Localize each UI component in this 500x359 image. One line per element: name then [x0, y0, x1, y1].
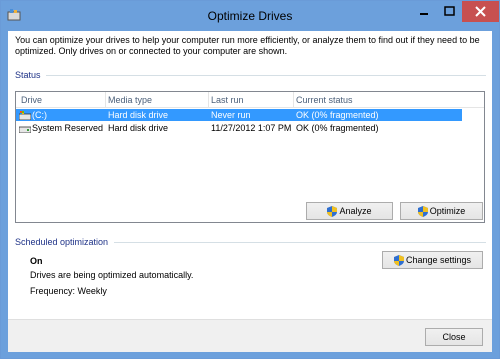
uac-shield-icon: [393, 255, 404, 267]
maximize-icon: [444, 6, 455, 16]
schedule-frequency: Frequency: Weekly: [30, 286, 107, 296]
drives-list-header: Drive Media type Last run Current status: [16, 92, 484, 108]
schedule-message: Drives are being optimized automatically…: [30, 270, 194, 280]
dialog-content: You can optimize your drives to help you…: [8, 31, 492, 352]
close-icon: [475, 6, 486, 17]
analyze-button[interactable]: Analyze: [306, 202, 393, 220]
scheduled-divider: [114, 242, 486, 243]
column-drive[interactable]: Drive: [21, 95, 42, 105]
optimize-drives-window: Optimize Drives You can optimize your dr…: [0, 0, 500, 359]
optimize-label: Optimize: [429, 206, 466, 216]
drive-icon: [19, 126, 31, 133]
schedule-state: On: [30, 256, 43, 266]
optimize-button[interactable]: Optimize: [400, 202, 483, 220]
maximize-button[interactable]: [437, 1, 462, 22]
drive-row-c[interactable]: (C:) Hard disk drive Never run OK (0% fr…: [16, 109, 462, 121]
column-divider[interactable]: [293, 92, 294, 107]
change-settings-button[interactable]: Change settings: [382, 251, 483, 269]
drive-media-type: Hard disk drive: [108, 123, 169, 133]
drive-last-run: Never run: [211, 110, 251, 120]
column-last-run[interactable]: Last run: [211, 95, 244, 105]
drive-name: System Reserved: [32, 123, 104, 133]
column-current-status[interactable]: Current status: [296, 95, 353, 105]
minimize-icon: [420, 13, 428, 15]
minimize-button[interactable]: [411, 1, 437, 22]
drive-name: (C:): [32, 110, 47, 120]
drive-media-type: Hard disk drive: [108, 110, 169, 120]
description-text: You can optimize your drives to help you…: [15, 35, 480, 56]
drive-current-status: OK (0% fragmented): [296, 123, 379, 133]
drive-row-system-reserved[interactable]: System Reserved Hard disk drive 11/27/20…: [16, 122, 462, 134]
analyze-label: Analyze: [339, 206, 372, 216]
status-section-title: Status: [15, 70, 41, 80]
drive-current-status: OK (0% fragmented): [296, 110, 379, 120]
column-media-type[interactable]: Media type: [108, 95, 152, 105]
scheduled-section-title: Scheduled optimization: [15, 237, 109, 247]
title-bar[interactable]: Optimize Drives: [1, 1, 499, 31]
column-divider[interactable]: [105, 92, 106, 107]
status-divider: [46, 75, 486, 76]
close-window-button[interactable]: [462, 1, 499, 22]
dialog-footer: Close: [8, 319, 492, 352]
uac-shield-icon: [327, 206, 338, 218]
change-settings-label: Change settings: [405, 255, 472, 265]
column-divider[interactable]: [208, 92, 209, 107]
windows-drive-icon: [19, 111, 31, 120]
uac-shield-icon: [417, 206, 428, 218]
drive-last-run: 11/27/2012 1:07 PM: [211, 123, 292, 133]
close-button[interactable]: Close: [425, 328, 483, 346]
